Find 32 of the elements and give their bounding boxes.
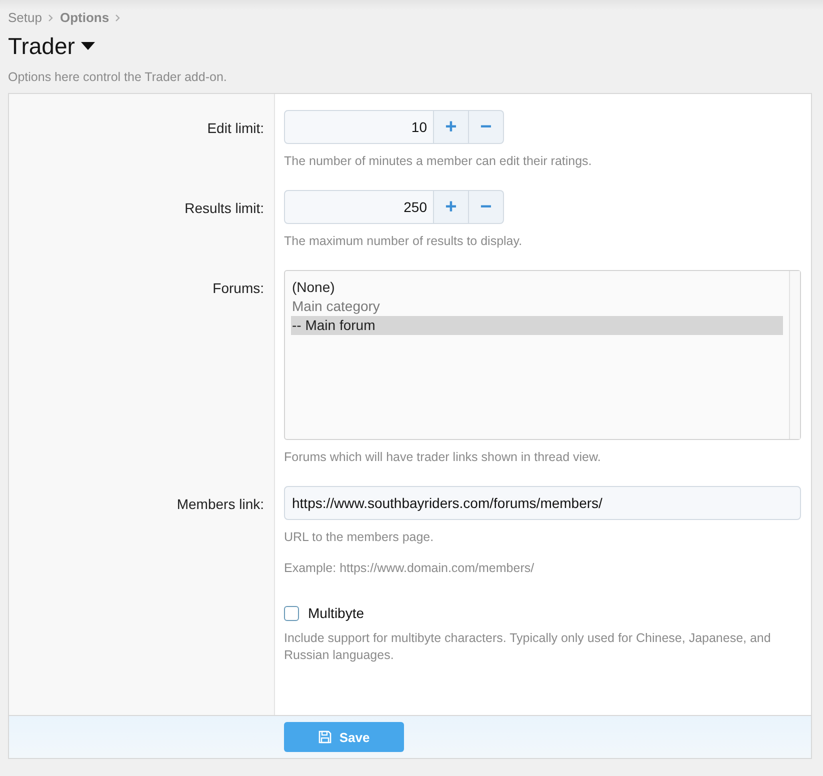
field-hint: The number of minutes a member can edit their ratings.	[284, 153, 593, 170]
forum-listbox[interactable]: (None) Main category -- Main forum	[284, 270, 801, 440]
list-option[interactable]: (None)	[291, 278, 783, 297]
increment-button[interactable]: +	[434, 110, 469, 144]
increment-button[interactable]: +	[434, 190, 469, 224]
scrollbar[interactable]	[789, 271, 800, 439]
chevron-icon	[115, 14, 122, 22]
breadcrumb-link[interactable]: Options	[60, 10, 110, 25]
field-hint: The maximum number of results to display.	[284, 233, 524, 250]
field-label: Edit limit:	[207, 120, 264, 136]
field-label: Forums:	[212, 280, 264, 296]
number-field[interactable]: 10	[284, 110, 434, 144]
caret-icon[interactable]	[80, 42, 95, 51]
field-hint: URL to the members page.	[284, 529, 435, 546]
url-field[interactable]: https://www.southbayriders.com/forums/members/	[284, 486, 801, 520]
field-hint: Include support for multibyte characters. Typically only used for Chinese, Japanese, and Russian languages.	[284, 630, 772, 664]
checkbox[interactable]	[284, 606, 299, 620]
decrement-button[interactable]: −	[469, 190, 504, 224]
chevron-icon	[48, 14, 54, 22]
decrement-button[interactable]: −	[469, 110, 504, 144]
number-field[interactable]: 250	[284, 190, 434, 224]
list-option[interactable]: -- Main forum	[291, 316, 783, 335]
page-title: Trader	[8, 33, 75, 60]
field-example: Example: https://www.domain.com/members/	[284, 560, 536, 577]
page-description: Options here control the Trader add-on.	[8, 70, 228, 84]
checkbox-label[interactable]: Multibyte	[308, 605, 364, 621]
save-button[interactable]: Save	[284, 722, 404, 752]
field-label: Results limit:	[184, 200, 264, 216]
field-label: Members link:	[176, 496, 264, 512]
category-option[interactable]: Main category	[291, 297, 783, 316]
field-hint: Forums which will have trader links shown in thread view.	[284, 449, 602, 466]
breadcrumb-link[interactable]: Setup	[8, 10, 42, 25]
